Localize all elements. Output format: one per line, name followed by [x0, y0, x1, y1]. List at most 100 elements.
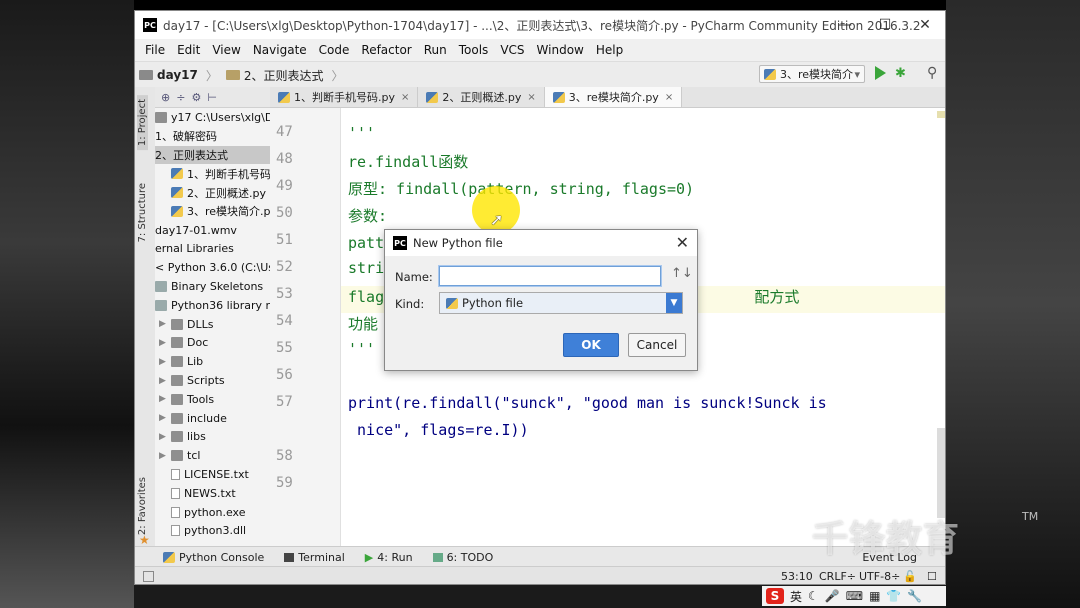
split-icon[interactable]: ÷ [176, 91, 185, 104]
hide-icon[interactable]: ⊢ [207, 91, 217, 104]
tree-item[interactable]: day17-01.wmv [155, 221, 270, 240]
tree-item[interactable]: y17 C:\Users\xlg\Desk [155, 108, 270, 127]
tab-project[interactable]: 1: Project [137, 95, 148, 151]
tab-file-1[interactable]: 1、判断手机号码.py × [270, 87, 419, 107]
tree-item[interactable]: 2、正则表达式 [155, 145, 270, 165]
tool-label: Terminal [298, 550, 345, 564]
expand-arrow-icon[interactable]: ▶ [159, 338, 171, 348]
file-encoding[interactable]: UTF-8÷ [859, 570, 900, 583]
line-separator[interactable]: CRLF÷ [819, 570, 856, 583]
tree-item-label: include [187, 411, 227, 425]
menu-edit[interactable]: Edit [171, 43, 206, 57]
microphone-icon[interactable]: 🎤 [825, 589, 840, 603]
debug-icon[interactable]: ✱ [895, 66, 906, 81]
menu-help[interactable]: Help [590, 43, 629, 57]
todo-button[interactable]: 6: TODO [423, 551, 504, 564]
run-icon[interactable] [875, 66, 886, 80]
tree-item[interactable]: ▶ Tools [155, 390, 270, 409]
gear-icon[interactable]: ⚙ [191, 91, 201, 104]
tree-item[interactable]: NEWS.txt [155, 484, 270, 503]
tree-item[interactable]: ▶ tcl [155, 446, 270, 465]
tree-item[interactable]: 3、re模块简介.py [155, 202, 270, 221]
grid-icon[interactable]: ▦ [869, 589, 880, 603]
python-icon [171, 187, 183, 199]
menu-tools[interactable]: Tools [453, 43, 495, 57]
tree-item[interactable]: 1、破解密码 [155, 127, 270, 146]
sogou-ime-icon[interactable]: S [766, 588, 784, 604]
expand-arrow-icon[interactable]: ▶ [159, 357, 171, 367]
tree-item[interactable]: ▶ libs [155, 428, 270, 447]
menu-vcs[interactable]: VCS [494, 43, 530, 57]
menu-file[interactable]: File [139, 43, 171, 57]
tree-item[interactable]: < Python 3.6.0 (C:\Use [155, 258, 270, 277]
expand-arrow-icon[interactable]: ▶ [159, 319, 171, 329]
menu-refactor[interactable]: Refactor [355, 43, 417, 57]
tree-item[interactable]: Python36 library r [155, 296, 270, 315]
maximize-button[interactable]: ☐ [865, 11, 905, 39]
tree-item[interactable]: ▶ include [155, 409, 270, 428]
minimize-button[interactable]: — [825, 11, 865, 39]
expand-arrow-icon[interactable]: ▶ [159, 432, 171, 442]
tab-file-2[interactable]: 2、正则概述.py × [418, 87, 545, 107]
vertical-scrollbar[interactable] [937, 428, 945, 518]
tree-item[interactable]: ▶ Lib [155, 352, 270, 371]
tree-item[interactable]: 2、正则概述.py [155, 183, 270, 202]
inspector-icon[interactable]: ☐ [927, 570, 937, 583]
expand-arrow-icon[interactable]: ▶ [159, 394, 171, 404]
expand-arrow-icon[interactable]: ▶ [159, 451, 171, 461]
tree-item[interactable]: ernal Libraries [155, 240, 270, 259]
add-icon[interactable]: ⊕ [161, 91, 170, 104]
run-config-select[interactable]: 3、re模块简介 ▾ [759, 65, 865, 83]
close-tab-icon[interactable]: × [665, 92, 673, 103]
expand-arrow-icon[interactable]: ▶ [159, 376, 171, 386]
ok-button[interactable]: OK [563, 333, 619, 357]
menu-run[interactable]: Run [418, 43, 453, 57]
python-file-icon [278, 91, 290, 103]
tree-item[interactable]: ▶ DLLs [155, 315, 270, 334]
breadcrumb-day17[interactable]: day17 [135, 68, 202, 82]
run-tool-button[interactable]: ▶ 4: Run [355, 551, 423, 564]
moon-icon[interactable]: ☾ [808, 589, 819, 603]
sort-icon[interactable]: ↑↓ [671, 266, 693, 281]
chevron-down-icon[interactable]: ▼ [666, 293, 682, 313]
tree-item[interactable]: LICENSE.txt [155, 465, 270, 484]
breadcrumb-regex[interactable]: 2、正则表达式 [222, 67, 328, 84]
lock-icon[interactable]: 🔓 [903, 570, 917, 583]
close-tab-icon[interactable]: × [401, 92, 409, 103]
file-icon [171, 487, 180, 499]
code-line: ''' [348, 340, 376, 358]
kind-select[interactable]: Python file ▼ [439, 292, 683, 314]
tab-favorites[interactable]: 2: Favorites [137, 473, 148, 539]
terminal-button[interactable]: Terminal [274, 551, 355, 564]
dialog-close-button[interactable]: ✕ [676, 233, 689, 252]
toggle-tool-windows-icon[interactable] [143, 571, 154, 582]
tree-item[interactable]: python3.dll [155, 522, 270, 541]
menu-view[interactable]: View [206, 43, 246, 57]
tree-item[interactable]: 1、判断手机号码.py [155, 164, 270, 183]
tab-file-3[interactable]: 3、re模块简介.py × [544, 87, 683, 107]
name-input[interactable] [439, 266, 661, 286]
tree-item[interactable]: ▶ Scripts [155, 371, 270, 390]
tree-item[interactable]: Binary Skeletons [155, 277, 270, 296]
python-console-button[interactable]: Python Console [135, 551, 274, 564]
tab-structure[interactable]: 7: Structure [137, 179, 148, 246]
menu-code[interactable]: Code [313, 43, 356, 57]
ime-mode[interactable]: 英 [790, 588, 802, 605]
shirt-icon[interactable]: 👕 [886, 589, 901, 603]
code-line: ''' [348, 124, 376, 142]
caret-position[interactable]: 53:10 [781, 570, 813, 583]
menu-navigate[interactable]: Navigate [247, 43, 313, 57]
menu-window[interactable]: Window [531, 43, 590, 57]
expand-arrow-icon[interactable]: ▶ [159, 413, 171, 423]
line-number: 49 [276, 178, 293, 194]
background-left [0, 0, 134, 608]
folder-icon [155, 111, 167, 123]
cancel-button[interactable]: Cancel [628, 333, 686, 357]
wrench-icon[interactable]: 🔧 [907, 589, 922, 603]
tree-item[interactable]: python.exe [155, 503, 270, 522]
search-icon[interactable]: ⚲ [927, 65, 937, 81]
tree-item[interactable]: ▶ Doc [155, 334, 270, 353]
close-button[interactable]: ✕ [905, 11, 945, 39]
close-tab-icon[interactable]: × [527, 92, 535, 103]
keyboard-icon[interactable]: ⌨ [846, 589, 863, 603]
